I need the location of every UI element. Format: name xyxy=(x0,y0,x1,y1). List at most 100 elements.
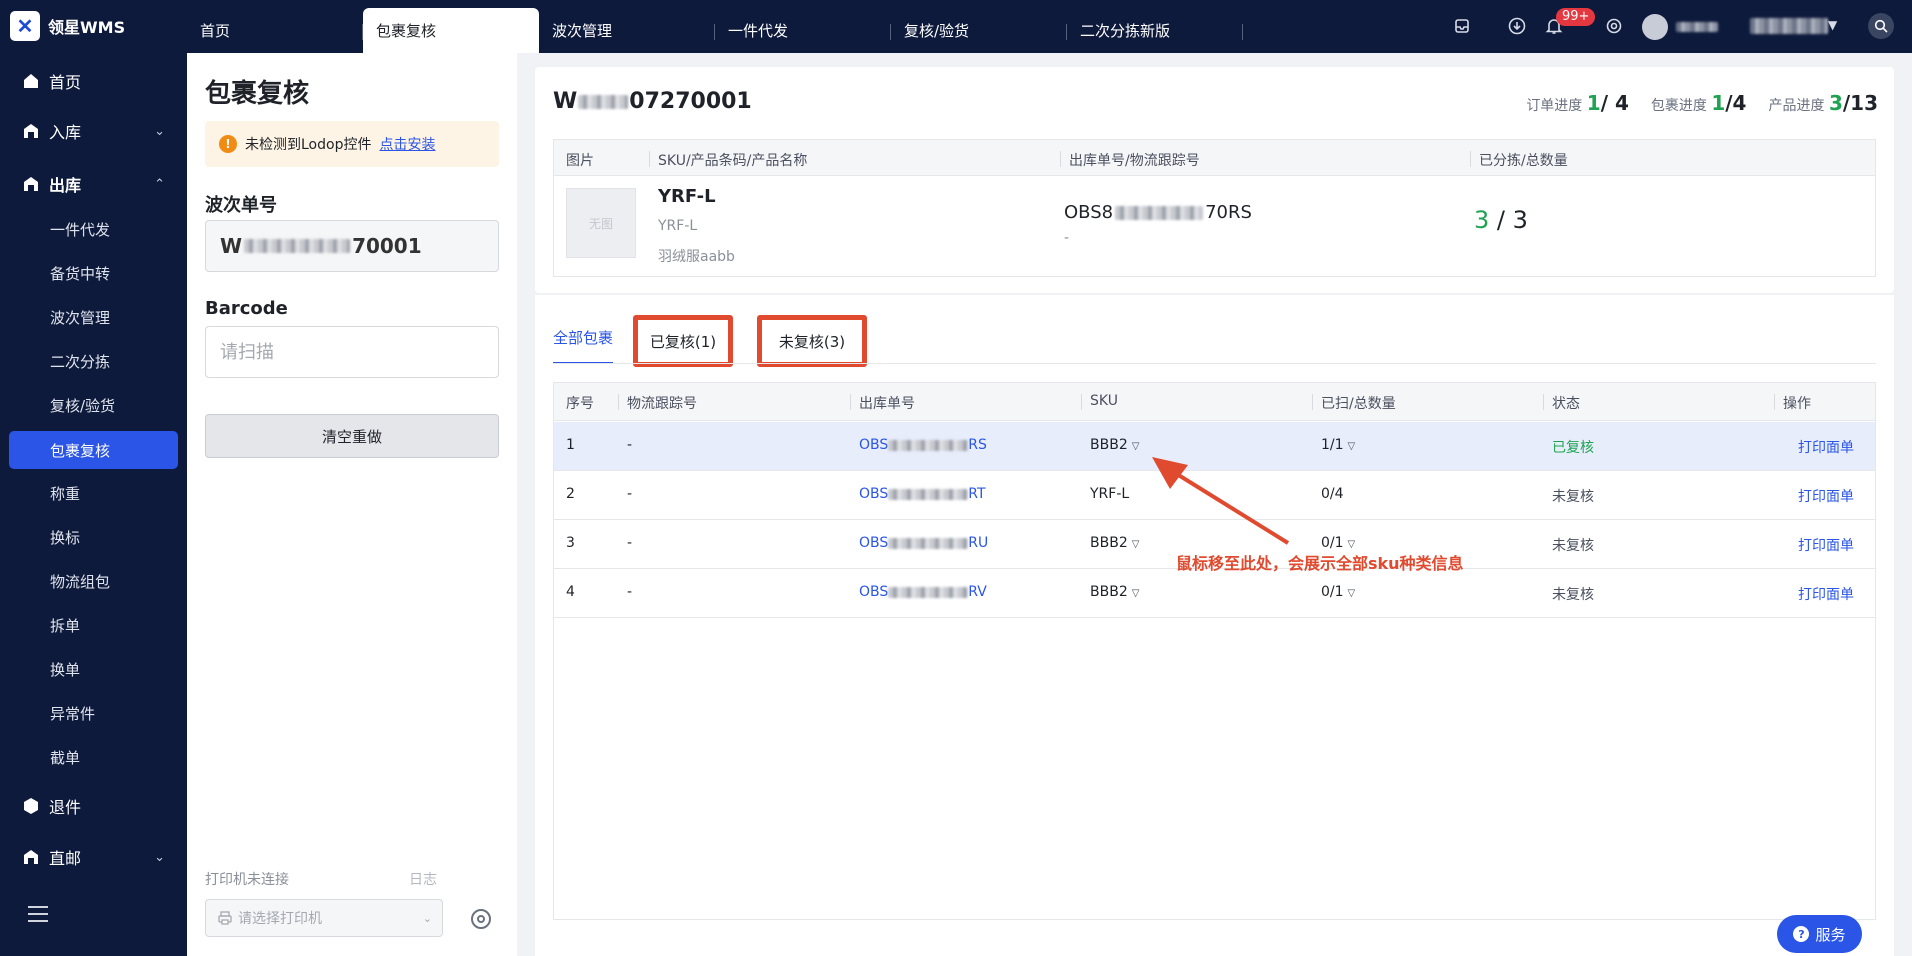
row-outbound-link[interactable]: OBS RV xyxy=(859,584,987,600)
package-list-card: 全部包裹 已复核(1) 未复核(3) 序号 物流跟踪号 出库单号 SKU 已扫/… xyxy=(535,295,1894,956)
annotation-text: 鼠标移至此处，会展示全部sku种类信息 xyxy=(1176,554,1464,573)
printer-settings-icon[interactable] xyxy=(471,909,491,929)
out-suffix: RT xyxy=(968,486,986,502)
row-qty-dropdown[interactable]: 0/1 ▽ xyxy=(1321,584,1355,600)
order-done: 1 xyxy=(1586,91,1601,115)
sorted-count: 3 / 3 xyxy=(1474,206,1528,234)
sidebar-item-home[interactable]: 首页 xyxy=(0,61,187,101)
col-sku: SKU xyxy=(1081,393,1118,410)
table-row[interactable]: 4 - OBS RV BBB2 ▽ 0/1 ▽ 未复核 打印面单 xyxy=(554,569,1875,618)
wave-no-prefix: W xyxy=(553,89,578,114)
row-outbound-link[interactable]: OBS RT xyxy=(859,486,986,502)
chevron-down-icon: ▽ xyxy=(1131,539,1140,550)
top-tab-secondary-sorting[interactable]: 二次分拣新版 xyxy=(1067,8,1243,53)
outbound-number: OBS8 70RS xyxy=(1064,202,1252,223)
order-total: / 4 xyxy=(1600,91,1629,115)
wave-no-suffix: 07270001 xyxy=(629,89,752,114)
sidebar-item-label: 出库 xyxy=(49,176,82,195)
chevron-down-icon: ▽ xyxy=(1347,588,1356,599)
clear-redo-button[interactable]: 清空重做 xyxy=(205,414,499,458)
row-status: 未复核 xyxy=(1552,587,1594,603)
row-sku-dropdown[interactable]: BBB2 ▽ xyxy=(1090,535,1139,551)
out-no-prefix: OBS8 xyxy=(1064,202,1114,223)
sidebar-item-intercept[interactable]: 截单 xyxy=(9,738,178,776)
col-outbound-no: 出库单号 xyxy=(850,393,915,413)
print-label-link[interactable]: 打印面单 xyxy=(1798,486,1854,506)
package-table-header: 序号 物流跟踪号 出库单号 SKU 已扫/总数量 状态 操作 xyxy=(554,383,1875,421)
tab-unreviewed[interactable]: 未复核(3) xyxy=(757,315,867,367)
row-sku-dropdown[interactable]: BBB2 ▽ xyxy=(1090,584,1139,600)
wave-value-redacted xyxy=(244,239,351,253)
sidebar-item-label: 退件 xyxy=(49,798,82,817)
lodop-alert: ! 未检测到Lodop控件 点击安装 xyxy=(205,121,499,167)
print-label-link[interactable]: 打印面单 xyxy=(1798,437,1854,457)
avatar[interactable] xyxy=(1642,14,1668,40)
search-icon[interactable] xyxy=(1868,13,1894,39)
col-index: 序号 xyxy=(566,396,594,412)
print-label-link[interactable]: 打印面单 xyxy=(1798,535,1854,555)
row-status: 已复核 xyxy=(1552,440,1594,456)
row-qty: 0/1 xyxy=(1321,535,1344,551)
sidebar-item-stock-transfer[interactable]: 备货中转 xyxy=(9,254,178,292)
row-outbound-link[interactable]: OBS RS xyxy=(859,437,987,453)
sidebar-item-exceptions[interactable]: 异常件 xyxy=(9,694,178,732)
top-tab-home[interactable]: 首页 xyxy=(187,8,363,53)
sidebar-item-wave-management[interactable]: 波次管理 xyxy=(9,298,178,336)
row-qty-dropdown[interactable]: 0/1 ▽ xyxy=(1321,535,1355,551)
top-tab-review-inspection[interactable]: 复核/验货 xyxy=(891,8,1067,53)
row-sku-dropdown[interactable]: BBB2 ▽ xyxy=(1090,437,1139,453)
direct-mail-icon xyxy=(22,848,40,866)
progress-stats: 订单进度 1/ 4 包裹进度 1/4 产品进度 3/13 xyxy=(1526,91,1878,115)
sidebar-item-dropshipping[interactable]: 一件代发 xyxy=(9,210,178,248)
service-label: 服务 xyxy=(1815,925,1846,944)
download-icon[interactable] xyxy=(1505,14,1529,38)
sidebar-item-secondary-sorting[interactable]: 二次分拣 xyxy=(9,342,178,380)
app-logo[interactable]: ✕ 领星WMS xyxy=(10,11,125,41)
package-progress: 包裹进度 1/4 xyxy=(1651,91,1747,115)
sidebar-item-relabel[interactable]: 换标 xyxy=(9,518,178,556)
log-link[interactable]: 日志 xyxy=(409,869,437,889)
barcode-field[interactable] xyxy=(205,326,499,378)
package-progress-label: 包裹进度 xyxy=(1650,98,1707,114)
wave-number-field[interactable]: W 70001 xyxy=(205,220,499,272)
sidebar-item-label: 入库 xyxy=(49,123,82,142)
chevron-down-icon: ⌄ xyxy=(154,123,165,139)
tab-reviewed[interactable]: 已复核(1) xyxy=(633,315,733,367)
chevron-down-icon: ⌄ xyxy=(154,849,165,865)
sidebar-item-direct-mail[interactable]: 直邮 ⌄ xyxy=(0,837,187,877)
sidebar-item-inbound[interactable]: 入库 ⌄ xyxy=(0,111,187,151)
row-qty-dropdown[interactable]: 1/1 ▽ xyxy=(1321,437,1355,453)
row-outbound-link[interactable]: OBS RU xyxy=(859,535,988,551)
sidebar-item-split-order[interactable]: 拆单 xyxy=(9,606,178,644)
inbox-icon[interactable] xyxy=(1450,14,1474,38)
out-prefix: OBS xyxy=(859,584,889,600)
username-redacted xyxy=(1676,22,1718,32)
sidebar-item-weighing[interactable]: 称重 xyxy=(9,474,178,512)
gear-icon[interactable] xyxy=(1602,14,1626,38)
printer-select[interactable]: 请选择打印机 ⌄ xyxy=(205,899,443,937)
col-sorted: 已分拣/总数量 xyxy=(1470,150,1568,170)
product-progress-label: 产品进度 xyxy=(1768,98,1825,114)
chevron-up-icon: ⌃ xyxy=(154,176,165,192)
sidebar-item-logistics-bundle[interactable]: 物流组包 xyxy=(9,562,178,600)
row-index: 3 xyxy=(566,535,575,551)
warehouse-redacted[interactable] xyxy=(1750,18,1828,34)
print-label-link[interactable]: 打印面单 xyxy=(1798,584,1854,604)
tab-all-packages[interactable]: 全部包裹 xyxy=(553,327,614,364)
inbound-icon xyxy=(22,122,40,140)
install-link[interactable]: 点击安装 xyxy=(379,134,435,154)
top-tab-wave-management[interactable]: 波次管理 xyxy=(539,8,715,53)
sidebar-item-outbound[interactable]: 出库 ⌃ xyxy=(0,164,187,204)
sidebar-item-returns[interactable]: 退件 xyxy=(0,786,187,826)
chevron-down-icon[interactable]: ▼ xyxy=(1828,18,1837,32)
outbound-icon xyxy=(22,175,40,193)
top-tab-dropshipping[interactable]: 一件代发 xyxy=(715,8,891,53)
barcode-input[interactable] xyxy=(220,341,498,363)
top-tab-package-review[interactable]: 包裹复核 xyxy=(363,8,539,53)
sidebar-item-review-inspection[interactable]: 复核/验货 xyxy=(9,386,178,424)
menu-collapse-icon[interactable] xyxy=(28,906,48,922)
service-button[interactable]: ? 服务 xyxy=(1777,915,1862,953)
sidebar-item-package-review[interactable]: 包裹复核 xyxy=(9,431,178,469)
sidebar-item-change-order[interactable]: 换单 xyxy=(9,650,178,688)
returns-icon xyxy=(22,797,40,815)
